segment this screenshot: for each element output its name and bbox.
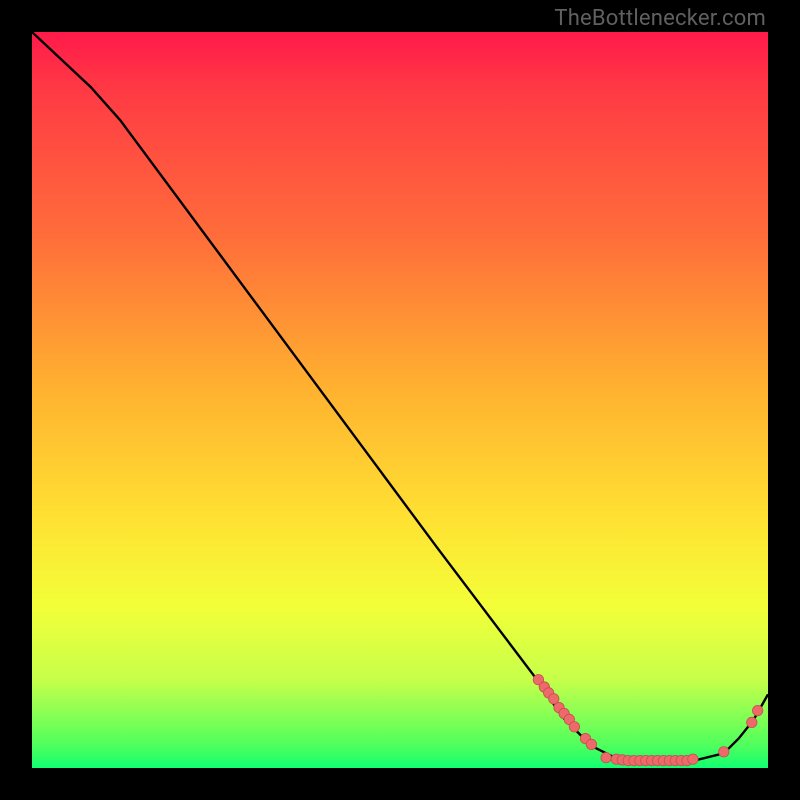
chart-markers-group <box>533 675 763 766</box>
chart-frame: TheBottlenecker.com <box>0 0 800 800</box>
chart-marker <box>688 754 698 764</box>
attribution-label: TheBottlenecker.com <box>554 6 766 31</box>
chart-marker <box>601 753 611 763</box>
chart-marker <box>569 722 579 732</box>
chart-svg <box>32 32 768 768</box>
chart-line <box>32 32 768 761</box>
chart-line-group <box>32 32 768 761</box>
chart-marker <box>586 739 596 749</box>
chart-plot-area <box>32 32 768 768</box>
chart-marker <box>747 717 757 727</box>
chart-marker <box>753 705 763 715</box>
chart-marker <box>719 747 729 757</box>
